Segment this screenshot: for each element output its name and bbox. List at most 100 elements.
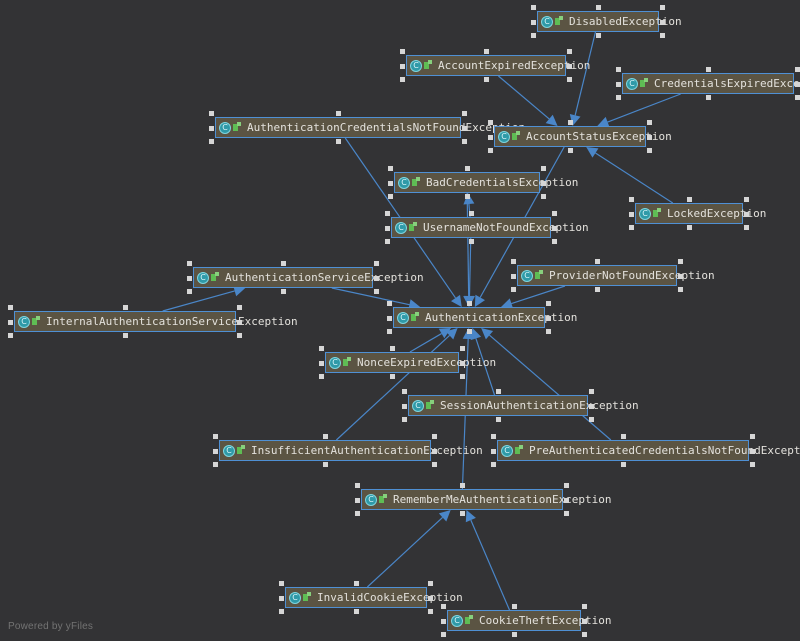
resize-handle-bc[interactable] xyxy=(484,77,489,82)
resize-handle-tc[interactable] xyxy=(621,434,626,439)
resize-handle-br[interactable] xyxy=(462,139,467,144)
resize-handle-bl[interactable] xyxy=(491,462,496,467)
resize-handle-bc[interactable] xyxy=(281,289,286,294)
resize-handle-bl[interactable] xyxy=(629,225,634,230)
resize-handle-br[interactable] xyxy=(647,148,652,153)
resize-handle-bl[interactable] xyxy=(319,374,324,379)
resize-handle-ml[interactable] xyxy=(491,448,496,454)
resize-handle-tl[interactable] xyxy=(279,581,284,586)
resize-handle-br[interactable] xyxy=(546,329,551,334)
resize-handle-bc[interactable] xyxy=(512,632,517,637)
resize-handle-br[interactable] xyxy=(237,333,242,338)
resize-handle-bl[interactable] xyxy=(402,417,407,422)
resize-handle-tl[interactable] xyxy=(8,305,13,310)
resize-handle-tr[interactable] xyxy=(678,259,683,264)
resize-handle-tl[interactable] xyxy=(441,604,446,609)
resize-handle-bc[interactable] xyxy=(568,148,573,153)
resize-handle-bc[interactable] xyxy=(687,225,692,230)
class-node-AuthenticationCredentialsNotFoundException[interactable]: C AuthenticationCredentialsNotFoundExcept… xyxy=(209,111,525,144)
class-node-NonceExpiredException[interactable]: C NonceExpiredException xyxy=(319,346,496,379)
class-node-InvalidCookieException[interactable]: C InvalidCookieException xyxy=(279,581,463,614)
resize-handle-tc[interactable] xyxy=(687,197,692,202)
resize-handle-br[interactable] xyxy=(589,417,594,422)
resize-handle-tl[interactable] xyxy=(187,261,192,266)
resize-handle-br[interactable] xyxy=(374,289,379,294)
resize-handle-bl[interactable] xyxy=(488,148,493,153)
resize-handle-tc[interactable] xyxy=(469,211,474,216)
resize-handle-tr[interactable] xyxy=(462,111,467,116)
resize-handle-ml[interactable] xyxy=(187,275,192,281)
resize-handle-bl[interactable] xyxy=(388,194,393,199)
resize-handle-bc[interactable] xyxy=(123,333,128,338)
resize-handle-bl[interactable] xyxy=(441,632,446,637)
resize-handle-tr[interactable] xyxy=(589,389,594,394)
resize-handle-bc[interactable] xyxy=(621,462,626,467)
resize-handle-bc[interactable] xyxy=(469,239,474,244)
resize-handle-tl[interactable] xyxy=(388,166,393,171)
class-node-LockedException[interactable]: C LockedException xyxy=(629,197,766,230)
resize-handle-tl[interactable] xyxy=(209,111,214,116)
resize-handle-tc[interactable] xyxy=(123,305,128,310)
resize-handle-tr[interactable] xyxy=(647,120,652,125)
resize-handle-tr[interactable] xyxy=(744,197,749,202)
resize-handle-ml[interactable] xyxy=(441,618,446,624)
class-node-SessionAuthenticationException[interactable]: C SessionAuthenticationException xyxy=(402,389,639,422)
resize-handle-tc[interactable] xyxy=(706,67,711,72)
resize-handle-tc[interactable] xyxy=(460,483,465,488)
resize-handle-bc[interactable] xyxy=(390,374,395,379)
resize-handle-bc[interactable] xyxy=(465,194,470,199)
resize-handle-tr[interactable] xyxy=(237,305,242,310)
resize-handle-tc[interactable] xyxy=(281,261,286,266)
resize-handle-br[interactable] xyxy=(795,95,800,100)
resize-handle-ml[interactable] xyxy=(388,180,393,186)
class-node-InsufficientAuthenticationException[interactable]: C InsufficientAuthenticationException xyxy=(213,434,483,467)
resize-handle-tr[interactable] xyxy=(660,5,665,10)
resize-handle-tc[interactable] xyxy=(596,5,601,10)
resize-handle-ml[interactable] xyxy=(400,63,405,69)
class-node-AuthenticationServiceException[interactable]: C AuthenticationServiceException xyxy=(187,261,424,294)
resize-handle-tl[interactable] xyxy=(385,211,390,216)
resize-handle-tl[interactable] xyxy=(402,389,407,394)
resize-handle-br[interactable] xyxy=(750,462,755,467)
resize-handle-tc[interactable] xyxy=(568,120,573,125)
resize-handle-tr[interactable] xyxy=(546,301,551,306)
resize-handle-bl[interactable] xyxy=(213,462,218,467)
resize-handle-bc[interactable] xyxy=(467,329,472,334)
resize-handle-br[interactable] xyxy=(678,287,683,292)
resize-handle-bl[interactable] xyxy=(531,33,536,38)
resize-handle-tc[interactable] xyxy=(595,259,600,264)
class-node-AuthenticationException[interactable]: C AuthenticationException xyxy=(387,301,577,334)
class-node-InternalAuthenticationServiceException[interactable]: C InternalAuthenticationServiceException xyxy=(8,305,298,338)
resize-handle-ml[interactable] xyxy=(387,315,392,321)
resize-handle-ml[interactable] xyxy=(616,81,621,87)
resize-handle-tr[interactable] xyxy=(552,211,557,216)
resize-handle-bl[interactable] xyxy=(187,289,192,294)
resize-handle-tl[interactable] xyxy=(387,301,392,306)
resize-handle-br[interactable] xyxy=(428,609,433,614)
resize-handle-br[interactable] xyxy=(541,194,546,199)
class-node-RememberMeAuthenticationException[interactable]: C RememberMeAuthenticationException xyxy=(355,483,612,516)
resize-handle-ml[interactable] xyxy=(319,360,324,366)
resize-handle-ml[interactable] xyxy=(355,497,360,503)
resize-handle-tl[interactable] xyxy=(491,434,496,439)
resize-handle-tr[interactable] xyxy=(541,166,546,171)
resize-handle-ml[interactable] xyxy=(629,211,634,217)
resize-handle-ml[interactable] xyxy=(209,125,214,131)
resize-handle-tc[interactable] xyxy=(484,49,489,54)
resize-handle-ml[interactable] xyxy=(385,225,390,231)
class-node-PreAuthenticatedCredentialsNotFoundException[interactable]: C PreAuthenticatedCredentialsNotFoundExce… xyxy=(491,434,800,467)
resize-handle-br[interactable] xyxy=(564,511,569,516)
resize-handle-ml[interactable] xyxy=(402,403,407,409)
resize-handle-tr[interactable] xyxy=(564,483,569,488)
resize-handle-ml[interactable] xyxy=(488,134,493,140)
resize-handle-ml[interactable] xyxy=(531,19,536,25)
resize-handle-tl[interactable] xyxy=(213,434,218,439)
resize-handle-ml[interactable] xyxy=(511,273,516,279)
resize-handle-tr[interactable] xyxy=(750,434,755,439)
resize-handle-tc[interactable] xyxy=(323,434,328,439)
resize-handle-tc[interactable] xyxy=(336,111,341,116)
resize-handle-bc[interactable] xyxy=(596,33,601,38)
resize-handle-bl[interactable] xyxy=(385,239,390,244)
resize-handle-bl[interactable] xyxy=(511,287,516,292)
resize-handle-bc[interactable] xyxy=(706,95,711,100)
